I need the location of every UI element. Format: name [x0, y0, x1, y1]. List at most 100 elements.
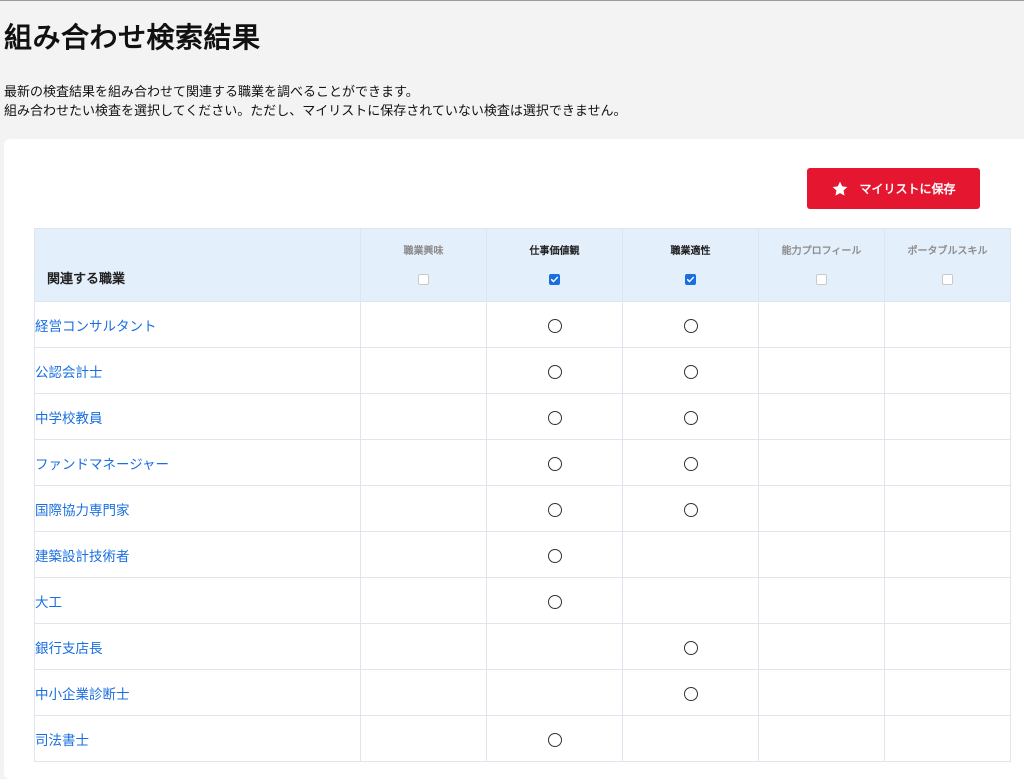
match-cell [884, 577, 1011, 624]
column-header-label: 職業興味 [403, 246, 444, 257]
occupation-cell: 国際協力専門家 [34, 485, 361, 532]
match-circle-icon [547, 502, 562, 517]
match-cell [622, 393, 759, 440]
match-cell [360, 301, 487, 348]
occupation-cell: 中学校教員 [34, 393, 361, 440]
table-header-row: 関連する職業 職業興味 仕事価値観 職業適性 能力プロフィール ポータブルスキル [34, 228, 1011, 302]
top-border [0, 0, 1024, 1]
match-circle-icon [683, 686, 698, 701]
page-description: 最新の検査結果を組み合わせて関連する職業を調べることができます。 組み合わせたい… [4, 83, 626, 121]
occupation-link[interactable]: 経営コンサルタント [35, 319, 157, 335]
results-card: マイリストに保存 関連する職業 職業興味 仕事価値観 職業適性 能力プロフィール… [4, 139, 1024, 779]
match-cell [758, 439, 885, 486]
match-cell [622, 715, 759, 762]
column-header: 仕事価値観 [486, 228, 623, 302]
column-checkbox[interactable] [685, 274, 696, 285]
match-cell [486, 393, 623, 440]
column-header-label: 仕事価値観 [529, 246, 580, 257]
match-cell [486, 439, 623, 486]
match-cell [360, 439, 487, 486]
match-cell [758, 669, 885, 716]
match-cell [486, 669, 623, 716]
table-body: 経営コンサルタント 公認会計士中学校教員ファンドマネージャー 国際協力専門家 建築設計… [34, 301, 1011, 762]
column-header: ポータブルスキル [884, 228, 1011, 302]
table-row: 銀行支店長 [34, 623, 1011, 670]
column-checkbox[interactable] [549, 274, 560, 285]
match-circle-icon [547, 318, 562, 333]
match-cell [486, 577, 623, 624]
occupation-cell: 公認会計士 [34, 347, 361, 394]
match-cell [622, 623, 759, 670]
column-header: 職業適性 [622, 228, 759, 302]
column-checkbox [418, 274, 429, 285]
match-circle-icon [683, 456, 698, 471]
match-circle-icon [547, 410, 562, 425]
match-cell [884, 485, 1011, 532]
occupation-link[interactable]: 銀行支店長 [35, 641, 103, 657]
occupation-cell: 中小企業診断士 [34, 669, 361, 716]
match-cell [360, 485, 487, 532]
occupation-cell: ファンドマネージャー [34, 439, 361, 486]
table-row: 司法書士 [34, 715, 1011, 762]
match-cell [622, 669, 759, 716]
match-cell [486, 623, 623, 670]
match-circle-icon [683, 318, 698, 333]
column-header-label: ポータブルスキル [907, 246, 988, 257]
occupation-cell: 建築設計技術者 [34, 531, 361, 578]
match-cell [884, 669, 1011, 716]
match-circle-icon [547, 364, 562, 379]
occupation-link[interactable]: 中小企業診断士 [35, 687, 130, 703]
column-header-label: 職業適性 [670, 246, 711, 257]
table-row: 大工 [34, 577, 1011, 624]
checkmark-icon [550, 276, 559, 283]
match-cell [360, 623, 487, 670]
occupation-link[interactable]: 大工 [35, 595, 62, 611]
occupation-column-header: 関連する職業 [34, 228, 361, 302]
table-row: 建築設計技術者 [34, 531, 1011, 578]
occupation-link[interactable]: 建築設計技術者 [35, 549, 130, 565]
match-cell [758, 577, 885, 624]
occupation-header-label: 関連する職業 [47, 272, 126, 287]
match-cell [360, 669, 487, 716]
page-title: 組み合わせ検索結果 [4, 21, 261, 54]
occupation-cell: 銀行支店長 [34, 623, 361, 670]
match-circle-icon [547, 456, 562, 471]
table-row: 中学校教員 [34, 393, 1011, 440]
match-cell [360, 577, 487, 624]
match-cell [360, 715, 487, 762]
column-header-label: 能力プロフィール [781, 246, 862, 257]
match-cell [486, 715, 623, 762]
match-cell [622, 485, 759, 532]
match-cell [884, 393, 1011, 440]
match-cell [758, 715, 885, 762]
match-cell [758, 531, 885, 578]
table-row: 経営コンサルタント [34, 301, 1011, 348]
match-circle-icon [547, 732, 562, 747]
match-cell [758, 393, 885, 440]
column-checkbox [816, 274, 827, 285]
match-cell [360, 393, 487, 440]
match-cell [758, 301, 885, 348]
match-cell [884, 715, 1011, 762]
occupation-link[interactable]: 中学校教員 [35, 411, 103, 427]
occupation-link[interactable]: 国際協力専門家 [35, 503, 130, 519]
results-table: 関連する職業 職業興味 仕事価値観 職業適性 能力プロフィール ポータブルスキル… [34, 228, 1011, 762]
match-cell [622, 439, 759, 486]
column-checkbox [942, 274, 953, 285]
occupation-link[interactable]: 司法書士 [35, 733, 89, 749]
table-row: 公認会計士 [34, 347, 1011, 394]
match-circle-icon [683, 640, 698, 655]
save-to-mylist-button[interactable]: マイリストに保存 [807, 168, 980, 209]
match-cell [758, 623, 885, 670]
description-line: 組み合わせたい検査を選択してください。ただし、マイリストに保存されていない検査は… [4, 104, 627, 119]
occupation-link[interactable]: ファンドマネージャー [35, 457, 169, 473]
match-cell [884, 439, 1011, 486]
match-cell [884, 301, 1011, 348]
match-cell [758, 347, 885, 394]
occupation-link[interactable]: 公認会計士 [35, 365, 103, 381]
match-cell [486, 485, 623, 532]
match-cell [622, 347, 759, 394]
match-circle-icon [683, 502, 698, 517]
occupation-cell: 経営コンサルタント [34, 301, 361, 348]
match-cell [486, 347, 623, 394]
